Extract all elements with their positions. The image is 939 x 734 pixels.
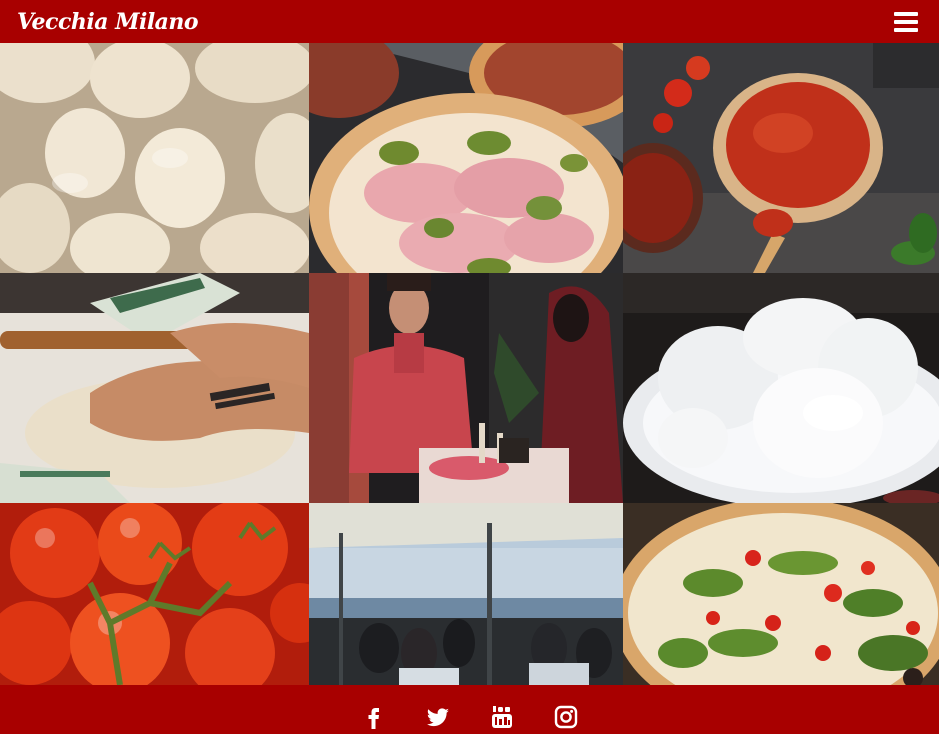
facebook-icon[interactable] xyxy=(362,705,386,729)
brand-logo[interactable]: Vecchia Milano xyxy=(17,9,199,35)
gallery-image-margherita-pesto[interactable] xyxy=(623,503,939,685)
menu-bar xyxy=(894,19,918,24)
youtube-icon[interactable] xyxy=(490,705,514,729)
menu-bar xyxy=(894,11,918,16)
gallery-image-terrace[interactable] xyxy=(309,503,623,685)
top-navbar: Vecchia Milano xyxy=(0,0,939,43)
hamburger-menu-icon[interactable] xyxy=(894,11,918,32)
gallery-image-couple-dining[interactable] xyxy=(309,273,623,503)
gallery-image-mozzarella[interactable] xyxy=(623,273,939,503)
instagram-icon[interactable] xyxy=(554,705,578,729)
photo-gallery xyxy=(0,43,939,685)
footer-bar xyxy=(0,685,939,734)
gallery-image-dough-balls[interactable] xyxy=(0,43,309,273)
gallery-image-tomato-sauce[interactable] xyxy=(623,43,939,273)
twitter-icon[interactable] xyxy=(426,705,450,729)
gallery-image-mortadella-pizza[interactable] xyxy=(309,43,623,273)
menu-bar xyxy=(894,27,918,32)
social-links xyxy=(362,705,578,729)
gallery-image-kneading-dough[interactable] xyxy=(0,273,309,503)
gallery-image-vine-tomatoes[interactable] xyxy=(0,503,309,685)
